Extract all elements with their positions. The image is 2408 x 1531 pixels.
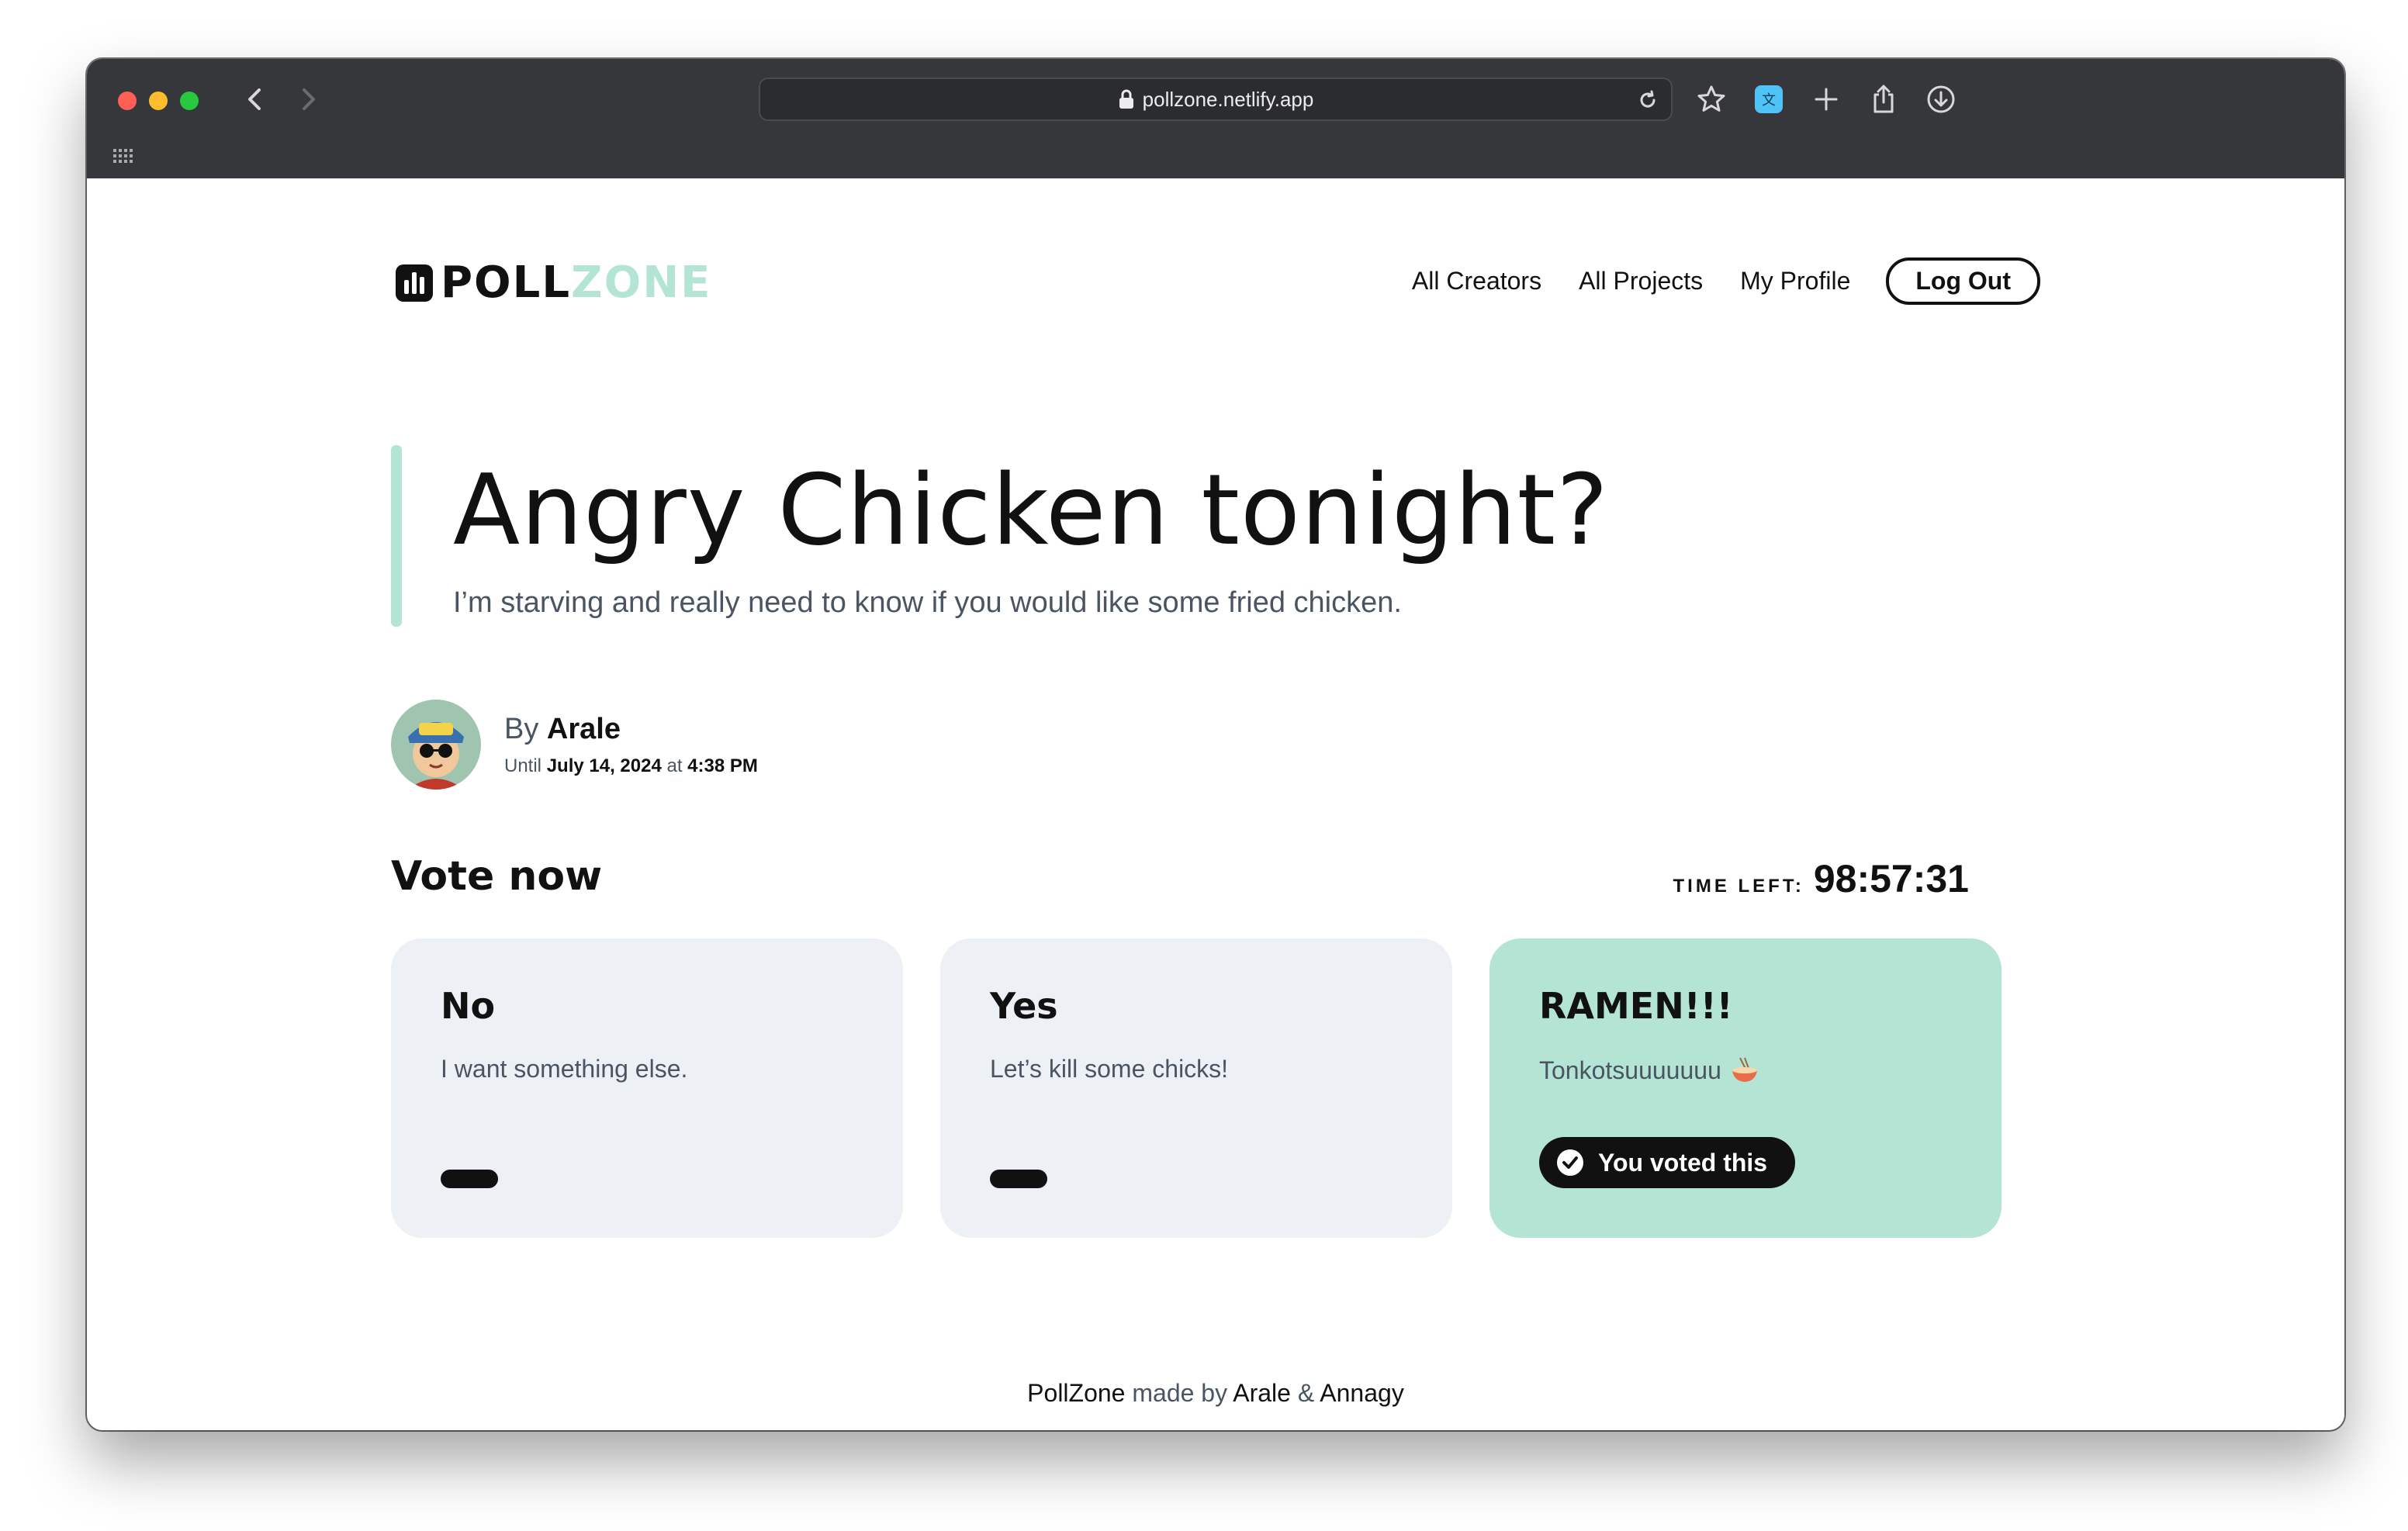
deadline-line: Until July 14, 2024 at 4:38 PM	[504, 755, 758, 777]
logo-text-zone: ZONE	[571, 257, 712, 308]
browser-titlebar: pollzone.netlify.app 文	[87, 59, 2344, 178]
share-icon[interactable]	[1863, 78, 1904, 121]
vote-option-no[interactable]: No I want something else.	[391, 938, 903, 1238]
new-tab-plus-icon[interactable]	[1806, 78, 1846, 121]
footer-amp: &	[1297, 1379, 1315, 1407]
time-left-value: 98:57:31	[1813, 857, 1969, 900]
author-prefix: By	[504, 712, 539, 745]
back-arrow-icon[interactable]	[239, 81, 270, 118]
author-line: By Arale	[504, 713, 758, 746]
downloads-icon[interactable]	[1921, 78, 1961, 121]
option-title: RAMEN!!!	[1539, 985, 1733, 1027]
main-nav: All Creators All Projects My Profile Log…	[1375, 257, 2040, 305]
vote-options: No I want something else. Yes Let’s kill…	[391, 938, 2001, 1238]
translate-extension-icon[interactable]: 文	[1749, 78, 1789, 121]
check-circle-icon	[1557, 1149, 1583, 1176]
vote-bar-indicator	[990, 1170, 1047, 1188]
until-date: July 14, 2024	[546, 755, 662, 776]
until-time: 4:38 PM	[687, 755, 758, 776]
at-label: at	[666, 755, 683, 776]
vote-option-yes[interactable]: Yes Let’s kill some chicks!	[940, 938, 1452, 1238]
footer: PollZone made by Arale & Annagy	[87, 1379, 2344, 1408]
footer-made-by: made by	[1132, 1379, 1228, 1407]
time-left-label: TIME LEFT:	[1673, 876, 1804, 897]
until-label: Until	[504, 755, 542, 776]
browser-window: pollzone.netlify.app 文 POLL ZONE All Cre…	[87, 59, 2344, 1430]
bookmark-star-icon[interactable]	[1691, 78, 1732, 121]
nav-all-creators[interactable]: All Creators	[1412, 267, 1541, 295]
log-out-button[interactable]: Log Out	[1886, 257, 2040, 305]
option-description: Let’s kill some chicks!	[990, 1055, 1229, 1083]
option-description-row: Tonkotsuuuuuuu	[1539, 1055, 1952, 1086]
option-title: No	[441, 985, 496, 1027]
address-bar[interactable]: pollzone.netlify.app	[759, 78, 1673, 121]
vote-option-ramen[interactable]: RAMEN!!! Tonkotsuuuuuuu You voted this	[1489, 938, 2001, 1238]
voted-badge: You voted this	[1539, 1137, 1796, 1188]
maximize-window-button[interactable]	[180, 92, 199, 110]
tab-overview-grid-icon[interactable]	[112, 147, 133, 166]
footer-author-2[interactable]: Annagy	[1320, 1379, 1404, 1407]
forward-arrow-icon[interactable]	[293, 81, 324, 118]
minimize-window-button[interactable]	[149, 92, 168, 110]
lock-icon	[1119, 89, 1133, 109]
url-text: pollzone.netlify.app	[1142, 87, 1314, 111]
nav-my-profile[interactable]: My Profile	[1740, 267, 1850, 295]
poll-title: Angry Chicken tonight?	[453, 453, 1609, 567]
option-title: Yes	[990, 985, 1058, 1027]
avatar[interactable]	[391, 700, 481, 790]
logo-bars-icon	[396, 264, 433, 302]
poll-subtitle: I’m starving and really need to know if …	[453, 586, 1402, 619]
author-text: By Arale Until July 14, 2024 at 4:38 PM	[504, 713, 758, 777]
reload-icon[interactable]	[1635, 88, 1660, 112]
ramen-bowl-icon	[1732, 1057, 1757, 1082]
nav-all-projects[interactable]: All Projects	[1579, 267, 1703, 295]
option-description: Tonkotsuuuuuuu	[1539, 1056, 1721, 1084]
pollzone-logo[interactable]: POLL ZONE	[396, 257, 711, 308]
accent-bar	[391, 445, 402, 627]
vote-now-heading: Vote now	[391, 853, 603, 900]
vote-bar-indicator	[441, 1170, 498, 1188]
footer-app-name[interactable]: PollZone	[1027, 1379, 1125, 1407]
option-description: I want something else.	[441, 1055, 688, 1083]
footer-author-1[interactable]: Arale	[1233, 1379, 1291, 1407]
svg-text:文: 文	[1762, 92, 1776, 109]
author-name[interactable]: Arale	[547, 713, 621, 745]
close-window-button[interactable]	[118, 92, 137, 110]
countdown-timer: TIME LEFT: 98:57:31	[1673, 856, 1969, 901]
page-content: POLL ZONE All Creators All Projects My P…	[87, 178, 2344, 1430]
logo-text-poll: POLL	[441, 257, 572, 308]
author-info: By Arale Until July 14, 2024 at 4:38 PM	[391, 700, 758, 790]
voted-label: You voted this	[1598, 1148, 1768, 1177]
